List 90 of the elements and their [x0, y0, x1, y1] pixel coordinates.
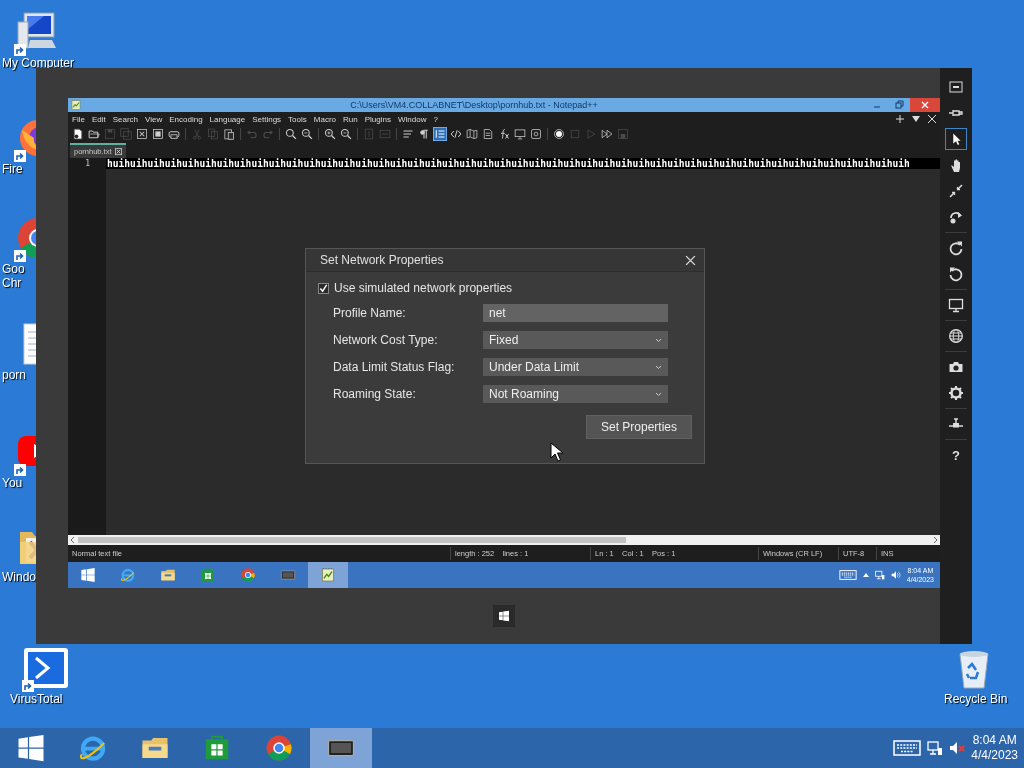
- menu-item[interactable]: Plugins: [364, 114, 391, 124]
- close-all-icon[interactable]: [151, 127, 165, 141]
- desktop-icon-label: Windo: [2, 570, 36, 584]
- close-icon[interactable]: [928, 115, 936, 123]
- menu-item[interactable]: Macro: [313, 114, 337, 124]
- menu-item[interactable]: Edit: [91, 114, 106, 124]
- desktop-icon-label: Fire: [2, 162, 23, 176]
- chrome-icon: [240, 567, 256, 583]
- text-field[interactable]: net: [483, 304, 668, 322]
- menu-item[interactable]: Tools: [288, 114, 307, 124]
- menu-item[interactable]: View: [145, 114, 163, 124]
- dropdown[interactable]: Under Data Limit: [483, 358, 668, 376]
- dropdown[interactable]: Fixed: [483, 331, 668, 349]
- close-button[interactable]: [910, 98, 940, 112]
- code-tag-icon[interactable]: [449, 127, 463, 141]
- search-icon[interactable]: [284, 127, 298, 141]
- windows-logo-icon: [80, 567, 96, 583]
- desktop-icon-label: Recycle Bin: [944, 692, 1008, 706]
- record-icon[interactable]: [552, 127, 566, 141]
- windows-logo-icon: [498, 610, 510, 622]
- desktop-icon-label: You: [2, 476, 23, 490]
- zoom-in-icon[interactable]: [323, 127, 337, 141]
- desktop-icon-label: VirusTotal: [10, 692, 63, 706]
- clock-time: 8:04 AM: [972, 733, 1017, 748]
- checkbox[interactable]: [318, 282, 329, 294]
- desktop-icon-label: Chr: [2, 276, 22, 290]
- folder-icon[interactable]: [87, 127, 101, 141]
- field-label: Data Limit Status Flag:: [333, 360, 456, 374]
- menu-item[interactable]: File: [72, 114, 85, 124]
- virustotal-icon[interactable]: [22, 646, 70, 692]
- mouse-cursor-icon: [550, 442, 564, 462]
- fast-forward-icon[interactable]: [600, 127, 614, 141]
- chevron-down-icon: [655, 364, 662, 370]
- keyboard-icon[interactable]: [838, 570, 857, 580]
- new-file-icon[interactable]: [71, 127, 85, 141]
- help-button[interactable]: ?: [952, 448, 960, 463]
- pilcrow-icon[interactable]: [417, 127, 431, 141]
- menu-item[interactable]: Language: [209, 114, 246, 124]
- map-icon[interactable]: [465, 127, 479, 141]
- windows-logo-icon: [16, 733, 46, 763]
- notepad-plus-icon: [70, 99, 82, 111]
- field-label: Network Cost Type:: [333, 333, 439, 347]
- menu-item[interactable]: Settings: [252, 114, 282, 124]
- speaker-icon[interactable]: [890, 570, 901, 580]
- menu-item[interactable]: Window: [397, 114, 427, 124]
- word-wrap-icon[interactable]: [401, 127, 415, 141]
- store-icon: [200, 567, 216, 583]
- menu-item[interactable]: ?: [433, 114, 438, 124]
- dropdown[interactable]: Not Roaming: [483, 385, 668, 403]
- horizontal-scrollbar[interactable]: [68, 535, 940, 545]
- zoom-out-icon[interactable]: [339, 127, 353, 141]
- simulator-icon: [280, 567, 296, 583]
- speaker-icon[interactable]: [949, 740, 966, 756]
- desktop-icon-label: My Computer: [2, 56, 75, 70]
- indent-guide-icon[interactable]: [433, 127, 447, 141]
- dialog-title: Set Network Properties: [320, 253, 445, 267]
- network-icon[interactable]: [927, 740, 944, 756]
- field-label: Profile Name:: [333, 306, 407, 320]
- set-properties-button[interactable]: Set Properties: [586, 415, 692, 439]
- checkbox-label: Use simulated network properties: [334, 281, 513, 295]
- line-number: 1: [84, 158, 91, 169]
- pointer-icon[interactable]: [945, 128, 967, 150]
- workspace-icon[interactable]: [529, 127, 543, 141]
- plus-icon[interactable]: [896, 115, 904, 123]
- desktop-icon-label: Goo: [2, 262, 25, 276]
- dropdown-icon[interactable]: [912, 115, 920, 123]
- caret-icon[interactable]: [862, 572, 869, 578]
- notepad-plus-icon: [320, 567, 336, 583]
- internet-explorer-icon: [120, 567, 136, 583]
- chevron-down-icon: [655, 337, 662, 343]
- folder-icon: [160, 567, 176, 583]
- replace-icon[interactable]: [300, 127, 314, 141]
- keyboard-icon[interactable]: [893, 740, 922, 756]
- paste-icon[interactable]: [222, 127, 236, 141]
- monitor-icon[interactable]: [513, 127, 527, 141]
- chrome-icon: [264, 733, 294, 763]
- window-title: C:\Users\VM4.COLLABNET\Desktop\pornhub.txt - Notepad++: [349, 100, 599, 110]
- field-label: Roaming State:: [333, 387, 417, 401]
- close-icon[interactable]: [114, 148, 122, 155]
- desktop-icon-label: porn: [2, 368, 27, 382]
- menu-item[interactable]: Search: [112, 114, 139, 124]
- taskbar-app[interactable]: [310, 728, 372, 768]
- menu-item[interactable]: Run: [343, 114, 358, 124]
- home-button[interactable]: [493, 605, 515, 627]
- close-file-icon[interactable]: [135, 127, 149, 141]
- document-list-icon[interactable]: [481, 127, 495, 141]
- clock-date: 4/4/2023: [971, 748, 1018, 763]
- close-icon[interactable]: [685, 254, 696, 266]
- chevron-down-icon: [655, 391, 662, 397]
- menu-item[interactable]: Encoding: [169, 114, 203, 124]
